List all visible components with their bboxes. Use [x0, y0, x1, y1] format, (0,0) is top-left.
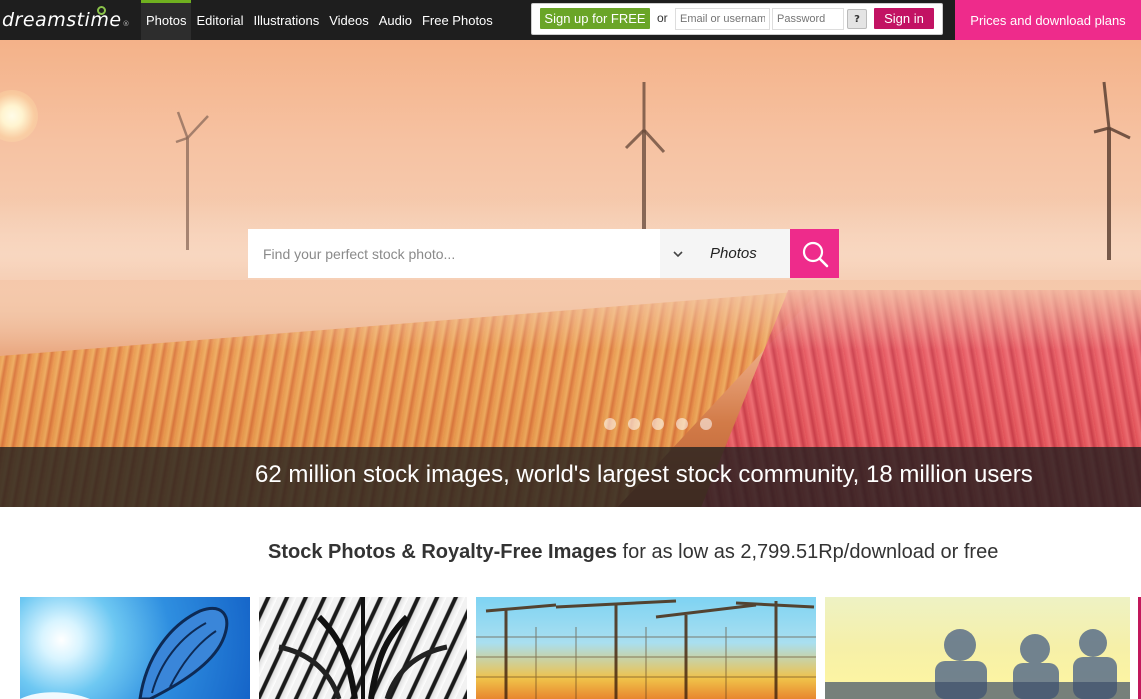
wind-turbine-icon	[1093, 81, 1131, 260]
top-navigation-bar: dreamstime ® Photos Editorial Illustrati…	[0, 0, 1141, 40]
password-input[interactable]	[772, 8, 844, 30]
sun-glow	[0, 90, 38, 142]
tiger-fur-image	[278, 597, 448, 699]
nav-editorial[interactable]: Editorial	[191, 0, 248, 40]
nav-illustrations[interactable]: Illustrations	[248, 0, 324, 40]
dreamstime-logo[interactable]: dreamstime ®	[2, 6, 130, 32]
field-fog-fade	[0, 280, 1141, 350]
carousel-dot[interactable]	[676, 418, 688, 430]
construction-cranes-thumbnail[interactable]	[476, 597, 816, 699]
carousel-pagination	[604, 418, 712, 430]
nav-photos[interactable]: Photos	[141, 0, 192, 40]
wind-turbine-icon	[175, 111, 209, 250]
carousel-dot[interactable]	[604, 418, 616, 430]
or-label: or	[657, 11, 668, 25]
tiger-thumbnail[interactable]	[259, 597, 467, 699]
logo-registered-mark: ®	[122, 20, 130, 28]
search-icon	[802, 241, 828, 267]
headline-price: for as low as 2,799.51Rp/download or fre…	[622, 541, 999, 563]
butterfly-image	[20, 607, 229, 699]
signin-button[interactable]: Sign in	[874, 8, 934, 29]
search-input[interactable]	[248, 229, 660, 278]
signup-button[interactable]: Sign up for FREE	[540, 8, 650, 29]
tagline-band: 62 million stock images, world's largest…	[0, 447, 1141, 507]
pricing-button[interactable]: Prices and download plans	[955, 0, 1141, 40]
logo-swirl-icon	[96, 6, 106, 15]
page-headline: Stock Photos & Royalty-Free Images for a…	[268, 541, 998, 564]
search-type-label: Photos	[710, 245, 757, 262]
carousel-dot[interactable]	[628, 418, 640, 430]
hero-search-bar: Photos	[248, 229, 839, 278]
headline-bold: Stock Photos & Royalty-Free Images	[268, 541, 617, 563]
chevron-down-icon	[660, 247, 696, 261]
cranes-image	[476, 599, 816, 699]
carousel-dot[interactable]	[700, 418, 712, 430]
silhouettes-image	[825, 629, 1130, 699]
search-button[interactable]	[790, 229, 839, 278]
business-silhouettes-thumbnail[interactable]	[825, 597, 1130, 699]
hero-banner: Photos 62 million stock images, world's …	[0, 40, 1141, 507]
help-button[interactable]: ?	[847, 9, 867, 29]
carousel-dot[interactable]	[652, 418, 664, 430]
login-box: Sign up for FREE or ? Sign in	[531, 3, 943, 35]
nav-videos[interactable]: Videos	[324, 0, 374, 40]
nav-audio[interactable]: Audio	[374, 0, 417, 40]
main-nav: Photos Editorial Illustrations Videos Au…	[141, 0, 498, 40]
nav-free-photos[interactable]: Free Photos	[417, 0, 498, 40]
butterfly-thumbnail[interactable]	[20, 597, 250, 699]
username-input[interactable]	[675, 8, 770, 30]
hero-tagline: 62 million stock images, world's largest…	[255, 461, 1033, 488]
search-type-dropdown[interactable]: Photos	[660, 229, 790, 278]
